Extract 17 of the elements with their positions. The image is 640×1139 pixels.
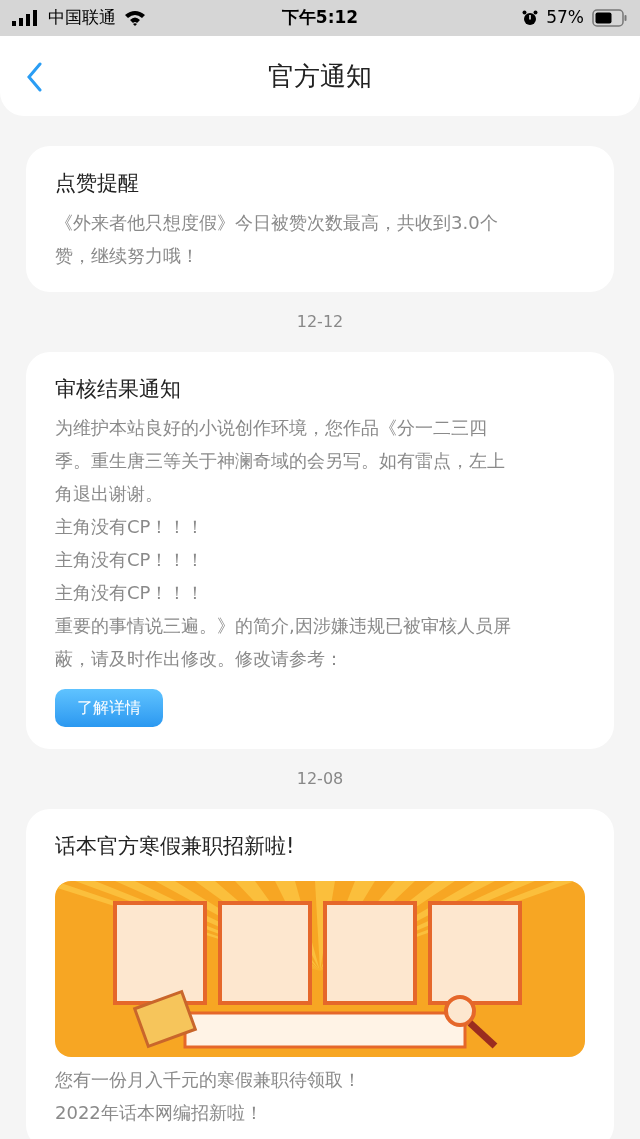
signal-icon [12,10,40,26]
date-label: 12-12 [296,310,344,333]
date-label: 12-08 [296,768,344,790]
notice-body: 《外来者他只想度假》今日被赞次数最高，共收到3.0个 赞，继续努力哦！ [55,210,499,268]
notice-body: 为维护本站良好的小说创作环境，您作品《分一二三四 季。重生唐三等关于神澜奇域的会另写。如有雷点，左上 角退出谢谢。 主角没有CP！！！ 主角没有CP！！！ 主角没有CP！！！ 重要的事情说三遍。》的简介,因涉嫌违规已被审核人员屏 蔽，请及时作出修改。修改请参考： [55,416,512,671]
notice-body: 您有一份月入千元的寒假兼职待领取！ 2022年话本网编招新啦！ [55,1067,362,1125]
page-title: 官方通知 [268,59,372,93]
notice-title: 审核结果通知 [55,375,182,403]
carrier-name: 中国联通 [48,6,116,30]
wifi-icon [124,10,146,26]
alarm-icon [522,10,539,26]
clock-time: 下午5:12 [281,6,359,30]
battery-icon [592,9,628,27]
details-button[interactable]: 了解详情 [55,689,163,727]
notice-title: 点赞提醒 [55,170,140,197]
notice-title: 话本官方寒假兼职招新啦! [55,833,296,860]
battery-percent: 57% [546,6,584,30]
